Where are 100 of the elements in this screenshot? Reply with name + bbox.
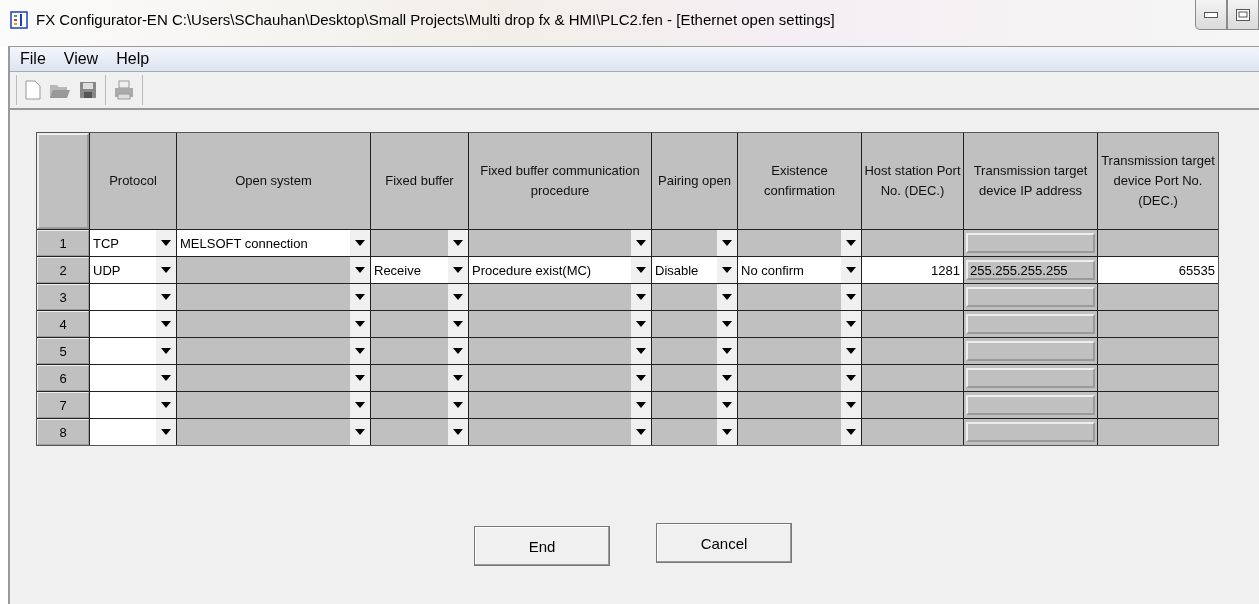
dropdown-arrow-icon	[161, 321, 171, 327]
dropdown-cell[interactable]: UDP	[90, 257, 176, 283]
dropdown-cell[interactable]	[371, 230, 468, 256]
new-file-icon[interactable]	[25, 80, 41, 100]
dropdown-arrow-icon	[722, 294, 732, 300]
ip-cell[interactable]	[964, 230, 1097, 256]
number-cell[interactable]	[862, 338, 963, 364]
maximize-button[interactable]	[1227, 0, 1259, 30]
minimize-icon	[1204, 11, 1218, 18]
dropdown-cell[interactable]: MELSOFT connection	[177, 230, 370, 256]
menu-item[interactable]: File	[20, 50, 46, 68]
dropdown-cell[interactable]	[738, 392, 861, 418]
ip-cell[interactable]	[964, 365, 1097, 391]
dropdown-cell[interactable]	[652, 284, 737, 310]
dropdown-cell[interactable]: Receive	[371, 257, 468, 283]
number-cell[interactable]	[862, 392, 963, 418]
menu-item[interactable]: View	[63, 50, 99, 68]
ip-cell[interactable]	[964, 284, 1097, 310]
dropdown-cell[interactable]	[652, 392, 737, 418]
dropdown-arrow-icon	[722, 240, 732, 246]
dropdown-cell[interactable]	[90, 284, 176, 310]
number-cell[interactable]: 1281	[862, 257, 963, 283]
dropdown-cell[interactable]	[177, 284, 370, 310]
number-cell[interactable]	[1098, 392, 1218, 418]
number-cell[interactable]	[862, 365, 963, 391]
dropdown-cell[interactable]: TCP	[90, 230, 176, 256]
dropdown-cell[interactable]: Procedure exist(MC)	[469, 257, 651, 283]
dropdown-cell[interactable]	[469, 392, 651, 418]
number-cell[interactable]	[862, 284, 963, 310]
dropdown-cell[interactable]	[371, 338, 468, 364]
minimize-button[interactable]	[1195, 0, 1227, 30]
column-header: Pairing open	[652, 133, 737, 229]
dropdown-cell[interactable]	[371, 392, 468, 418]
dropdown-arrow-icon	[355, 321, 365, 327]
number-cell[interactable]	[1098, 365, 1218, 391]
dropdown-arrow-icon	[453, 429, 463, 435]
ip-cell[interactable]	[964, 311, 1097, 337]
dropdown-cell[interactable]	[90, 419, 176, 445]
dropdown-arrow-icon	[161, 267, 171, 273]
printer-icon[interactable]	[114, 80, 134, 100]
dropdown-arrow-icon	[636, 402, 646, 408]
save-icon[interactable]	[79, 81, 97, 99]
dialog-button[interactable]: Cancel	[656, 523, 792, 563]
dropdown-cell[interactable]	[371, 311, 468, 337]
dropdown-cell[interactable]	[469, 365, 651, 391]
dropdown-cell[interactable]	[90, 365, 176, 391]
dropdown-arrow-icon	[161, 375, 171, 381]
dropdown-cell[interactable]	[738, 311, 861, 337]
dropdown-cell[interactable]	[90, 311, 176, 337]
row-number: 3	[37, 284, 89, 310]
number-cell[interactable]	[1098, 311, 1218, 337]
number-cell[interactable]: 65535	[1098, 257, 1218, 283]
dropdown-cell[interactable]	[469, 284, 651, 310]
dropdown-cell[interactable]	[738, 338, 861, 364]
dropdown-cell[interactable]	[177, 311, 370, 337]
dropdown-cell[interactable]	[371, 419, 468, 445]
number-cell[interactable]	[1098, 419, 1218, 445]
dropdown-cell[interactable]	[371, 365, 468, 391]
dropdown-cell[interactable]	[177, 365, 370, 391]
ip-cell[interactable]	[964, 419, 1097, 445]
ip-cell[interactable]	[964, 338, 1097, 364]
row-number: 5	[37, 338, 89, 364]
dropdown-cell[interactable]	[177, 419, 370, 445]
ip-cell[interactable]: 255.255.255.255	[964, 257, 1097, 283]
dropdown-cell[interactable]	[177, 392, 370, 418]
number-cell[interactable]	[1098, 230, 1218, 256]
dropdown-cell[interactable]	[371, 284, 468, 310]
number-cell[interactable]	[862, 419, 963, 445]
dropdown-cell[interactable]	[738, 419, 861, 445]
dropdown-cell[interactable]	[652, 419, 737, 445]
ip-cell[interactable]	[964, 392, 1097, 418]
dropdown-cell[interactable]	[652, 311, 737, 337]
dropdown-cell[interactable]	[469, 230, 651, 256]
dropdown-arrow-icon	[453, 294, 463, 300]
dropdown-cell[interactable]	[652, 365, 737, 391]
dropdown-arrow-icon	[161, 294, 171, 300]
dropdown-cell[interactable]	[469, 311, 651, 337]
dropdown-cell[interactable]	[738, 284, 861, 310]
number-cell[interactable]	[862, 230, 963, 256]
dropdown-cell[interactable]	[738, 230, 861, 256]
dropdown-cell[interactable]	[177, 338, 370, 364]
menu-item[interactable]: Help	[116, 50, 150, 68]
dropdown-cell[interactable]	[652, 230, 737, 256]
dropdown-arrow-icon	[722, 375, 732, 381]
dropdown-cell[interactable]: Disable	[652, 257, 737, 283]
number-cell[interactable]	[1098, 338, 1218, 364]
number-cell[interactable]	[862, 311, 963, 337]
dropdown-arrow-icon	[636, 240, 646, 246]
dropdown-cell[interactable]	[652, 338, 737, 364]
number-cell[interactable]	[1098, 284, 1218, 310]
dropdown-cell[interactable]	[738, 365, 861, 391]
dropdown-cell[interactable]	[469, 419, 651, 445]
dropdown-cell[interactable]: No confirm	[738, 257, 861, 283]
column-header: Protocol	[90, 133, 176, 229]
dropdown-cell[interactable]	[469, 338, 651, 364]
dropdown-cell[interactable]	[177, 257, 370, 283]
dropdown-cell[interactable]	[90, 392, 176, 418]
window-title: FX Configurator-EN C:\Users\SChauhan\Desktop\Small Projects\Multi drop fx & HMI\PLC2.fen - [Ethernet open settings]	[36, 11, 835, 28]
dropdown-cell[interactable]	[90, 338, 176, 364]
dialog-button[interactable]: End	[474, 526, 610, 566]
